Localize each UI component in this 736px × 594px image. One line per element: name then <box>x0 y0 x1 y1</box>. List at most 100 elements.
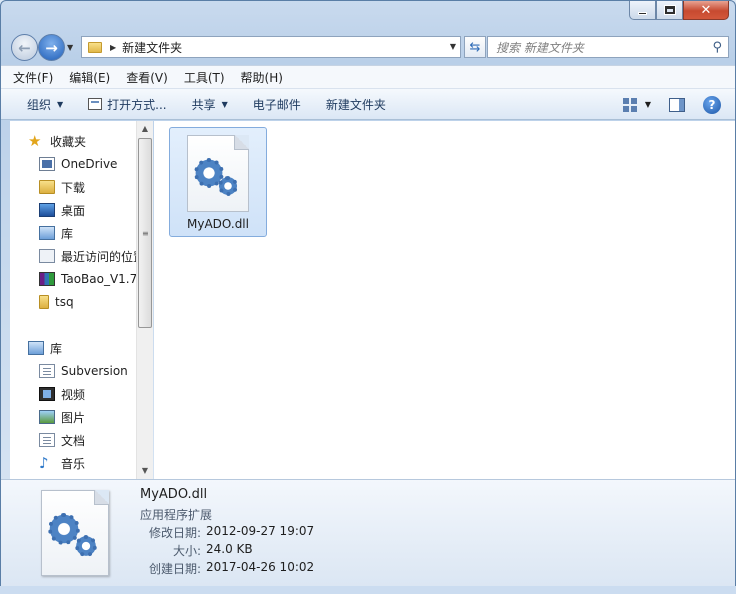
details-modified-value: 2012-09-27 19:07 <box>206 524 315 538</box>
email-label: 电子邮件 <box>252 97 301 112</box>
address-row: ← → ▼ ▶ 新建文件夹 ▼ ⇆ 搜索 新建文件夹 ⚲ <box>9 33 731 61</box>
refresh-button[interactable]: ⇆ <box>464 36 486 58</box>
back-arrow-icon: ← <box>18 38 31 57</box>
tree-label: 视频 <box>61 387 86 402</box>
tree-libraries[interactable]: 库 <box>28 337 62 359</box>
scrollbar-thumb[interactable]: ≡ <box>138 138 152 328</box>
tree-item-recent-places[interactable]: 最近访问的位置 <box>39 245 145 267</box>
email-button[interactable]: 电子邮件 <box>253 96 301 113</box>
new-folder-button[interactable]: 新建文件夹 <box>326 96 386 113</box>
file-item[interactable]: MyADO.dll <box>169 127 267 237</box>
tree-item-tsq[interactable]: tsq <box>39 291 74 313</box>
tree-item-subversion[interactable]: Subversion <box>39 360 128 382</box>
scroll-up-icon[interactable]: ▲ <box>137 121 153 137</box>
details-file-name: MyADO.dll <box>140 487 208 502</box>
documents-icon <box>39 433 55 447</box>
music-icon: ♪ <box>39 454 49 472</box>
tree-label: Subversion <box>61 364 128 378</box>
chevron-down-icon: ▼ <box>221 99 228 109</box>
video-icon <box>39 387 55 401</box>
help-icon[interactable]: ? <box>703 95 721 114</box>
tree-label: TaoBao_V1.7 <box>61 272 138 286</box>
tree-label: 库 <box>50 341 63 356</box>
scroll-down-icon[interactable]: ▼ <box>137 463 153 479</box>
tree-label: tsq <box>55 295 74 309</box>
address-bar[interactable]: ▶ 新建文件夹 ▼ <box>81 36 461 58</box>
tree-label: 图片 <box>61 410 86 425</box>
share-button[interactable]: 共享 ▼ <box>192 96 228 113</box>
desktop-icon <box>39 203 55 217</box>
details-size-label: 大小: <box>172 544 201 558</box>
menu-file[interactable]: 文件(F) <box>13 69 53 86</box>
maximize-icon <box>664 6 675 14</box>
tree-item-onedrive[interactable]: OneDrive <box>39 153 117 175</box>
tree-item-taobao[interactable]: TaoBao_V1.7 <box>39 268 137 290</box>
menu-bar: 文件(F) 编辑(E) 查看(V) 工具(T) 帮助(H) <box>1 65 735 89</box>
address-history-dropdown[interactable]: ▼ <box>450 42 456 51</box>
breadcrumb-current-folder[interactable]: 新建文件夹 <box>122 39 182 56</box>
menu-tools[interactable]: 工具(T) <box>184 69 225 86</box>
details-created-row: 创建日期: 2017-04-26 10:02 <box>91 560 451 578</box>
tree-item-desktop[interactable]: 桌面 <box>39 199 85 221</box>
folder-icon <box>88 41 102 53</box>
tree-label: 收藏夹 <box>50 134 87 149</box>
nav-pane-scrollbar[interactable]: ▲ ≡ ▼ <box>136 121 153 479</box>
menu-edit[interactable]: 编辑(E) <box>69 69 110 86</box>
tree-label: 最近访问的位置 <box>61 249 146 264</box>
tree-label: 音乐 <box>61 456 86 471</box>
search-box[interactable]: 搜索 新建文件夹 ⚲ <box>487 36 729 58</box>
tree-label: 桌面 <box>61 203 86 218</box>
details-size-row: 大小: 24.0 KB <box>91 542 451 560</box>
tree-favorites[interactable]: ★ 收藏夹 <box>28 130 86 152</box>
library-icon <box>39 226 55 240</box>
minimize-button[interactable] <box>629 1 656 20</box>
recent-pages-dropdown[interactable]: ▼ <box>67 43 73 52</box>
menu-view[interactable]: 查看(V) <box>126 69 168 86</box>
maximize-button[interactable] <box>656 1 683 20</box>
folder-icon <box>39 295 49 309</box>
tree-label: OneDrive <box>61 157 118 171</box>
file-name: MyADO.dll <box>187 217 249 231</box>
open-with-icon <box>88 98 103 110</box>
open-with-button[interactable]: 打开方式... <box>88 96 167 113</box>
more-views-dropdown[interactable]: ▼ <box>645 100 651 109</box>
file-list[interactable]: MyADO.dll <box>154 121 735 479</box>
grip-icon: ≡ <box>142 229 149 238</box>
tree-item-documents[interactable]: 文档 <box>39 429 85 451</box>
details-created-label: 创建日期: <box>148 562 201 576</box>
tree-label: 下载 <box>61 180 86 195</box>
gear-icon <box>218 176 238 196</box>
search-icon[interactable]: ⚲ <box>712 40 722 55</box>
command-bar: 组织 ▼ 打开方式... 共享 ▼ 电子邮件 新建文件夹 ▼ ? <box>1 89 735 120</box>
refresh-icon: ⇆ <box>469 39 481 55</box>
search-input[interactable]: 搜索 新建文件夹 <box>496 39 712 56</box>
organize-button[interactable]: 组织 ▼ <box>27 96 63 113</box>
onedrive-icon <box>39 157 55 171</box>
menu-help[interactable]: 帮助(H) <box>241 69 283 86</box>
pictures-icon <box>39 410 55 424</box>
tree-item-music[interactable]: ♪ 音乐 <box>39 452 85 474</box>
navigation-pane: ★ 收藏夹 OneDrive 下载 桌面 库 最近访问的位置 TaoBao_V1… <box>10 121 151 479</box>
forward-arrow-icon: → <box>45 38 58 57</box>
preview-pane-icon[interactable] <box>669 97 685 112</box>
details-modified-row: 修改日期: 2012-09-27 19:07 <box>91 524 451 542</box>
tree-item-videos[interactable]: 视频 <box>39 383 85 405</box>
archive-icon <box>39 272 55 286</box>
close-button[interactable]: ✕ <box>683 1 729 20</box>
tree-item-downloads[interactable]: 下载 <box>39 176 85 198</box>
command-bar-right: ▼ ? <box>622 89 735 120</box>
dll-gear-icon <box>187 135 249 212</box>
tree-label: 文档 <box>61 433 86 448</box>
details-size-value: 24.0 KB <box>206 542 253 556</box>
forward-button[interactable]: → <box>38 34 65 61</box>
tree-item-pictures[interactable]: 图片 <box>39 406 85 428</box>
caption-buttons: ✕ <box>629 1 729 20</box>
breadcrumb-chevron-icon[interactable]: ▶ <box>110 43 116 52</box>
close-icon: ✕ <box>700 2 712 18</box>
change-view-icon[interactable] <box>622 97 637 112</box>
tree-item-library[interactable]: 库 <box>39 222 73 244</box>
downloads-folder-icon <box>39 180 55 194</box>
tree-label: 库 <box>61 226 74 241</box>
back-button[interactable]: ← <box>11 34 38 61</box>
new-folder-label: 新建文件夹 <box>325 97 386 112</box>
